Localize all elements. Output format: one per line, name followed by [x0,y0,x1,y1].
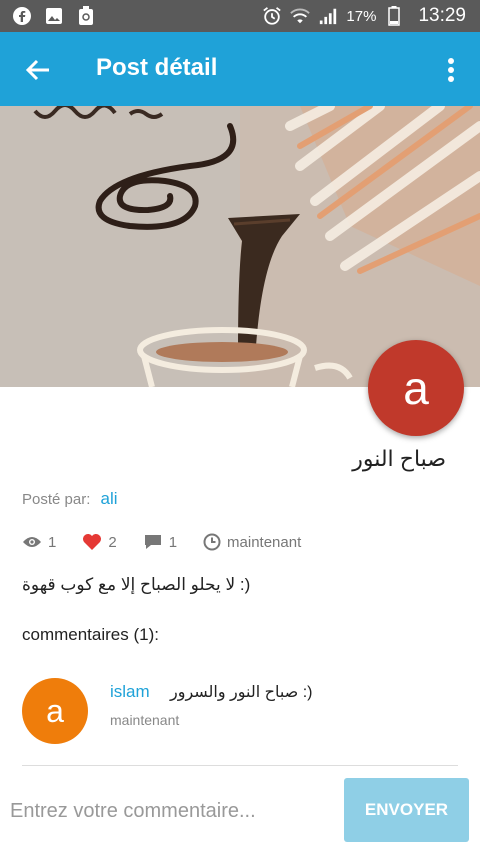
post-time: maintenant [227,533,302,551]
comment-time: maintenant [110,712,180,728]
clock: 13:29 [418,5,466,26]
heart-icon[interactable] [82,533,102,551]
back-button[interactable] [18,50,58,90]
views-count: 1 [48,533,57,551]
page-title: Post détail [96,54,218,81]
gallery-icon [44,6,64,26]
post-avatar[interactable]: a [368,340,464,436]
eye-icon [23,537,41,547]
status-bar: 17% 13:29 [0,0,480,32]
facebook-icon [12,6,32,26]
likes-count: 2 [108,533,117,551]
alarm-icon [262,6,282,26]
comment-icon [144,535,161,549]
comment-text: صباح النور والسرور :) [170,684,313,701]
recycle-icon [76,6,96,26]
comments-stat: 1 [143,533,177,551]
battery-icon [384,6,404,26]
comment-item: a islam صباح النور والسرور :) maintenant [22,678,462,744]
clock-icon [203,533,221,551]
post-stats: 1 2 1 maintenant [22,531,327,553]
post-title: صباح النور [352,446,446,471]
more-options-button[interactable] [436,52,466,88]
author-link[interactable]: ali [101,489,118,508]
comment-avatar[interactable]: a [22,678,88,744]
app-bar: Post détail [0,32,480,106]
comment-author[interactable]: islam [110,682,150,702]
wifi-icon [290,6,311,26]
battery-percent: 17% [346,7,377,25]
comments-count: 1 [168,533,178,551]
comments-header: commentaires (1): [22,625,159,644]
more-vert-icon [448,58,454,82]
likes-stat[interactable]: 2 [82,533,117,551]
comment-input[interactable] [10,790,328,832]
signal-icon [318,6,338,26]
comment-input-bar: ENVOYER [0,768,480,853]
posted-by-label: Posté par: [22,491,91,508]
arrow-left-icon [25,59,49,81]
time-stat: maintenant [203,533,301,551]
views-stat: 1 [22,534,56,551]
posted-by: Posté par: ali [22,489,118,509]
divider [22,765,458,766]
post-body: لا يحلو الصباح إلا مع كوب قهوة :) [22,575,251,594]
send-button[interactable]: ENVOYER [344,778,469,842]
